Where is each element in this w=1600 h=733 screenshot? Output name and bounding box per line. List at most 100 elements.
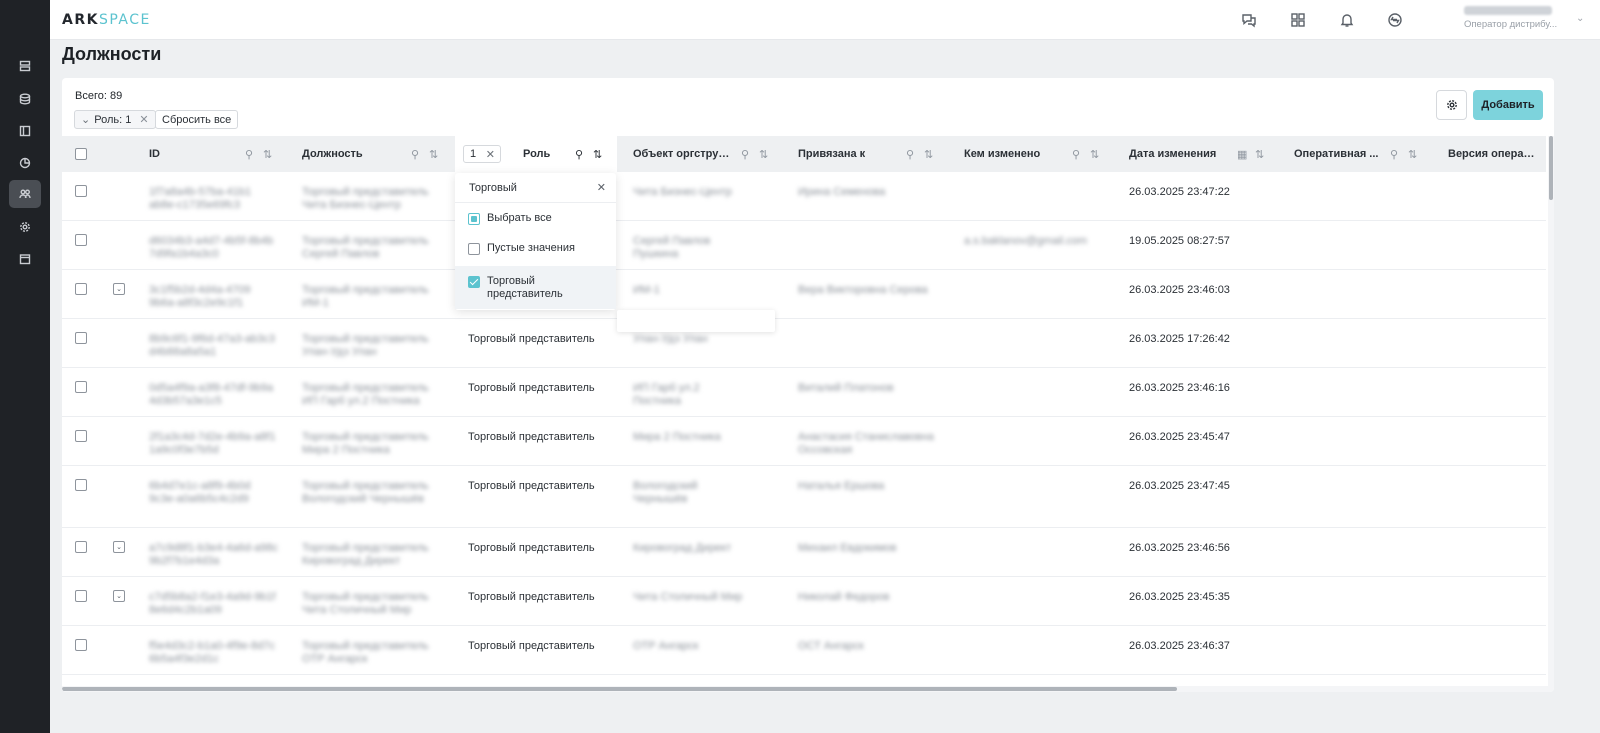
table-row[interactable]: ⌄ a7c9d8f1-b3e4-4a6d-a98c 9b2f7b1e4d3a Тор… xyxy=(62,528,1546,577)
sort-icon[interactable]: ⇅ xyxy=(1255,148,1264,161)
table-row[interactable]: 2f1a3c4d-7d2e-4b9a-a8f1 1a9c0f3e7b5d Торг… xyxy=(62,417,1546,466)
add-button[interactable]: Добавить xyxy=(1473,90,1543,120)
bound-cell: Ирина Семенова xyxy=(798,186,886,198)
table-row[interactable]: 0d5a4f9a-a3f8-47df-9b9a 4d3b57a3e1c5 Торг… xyxy=(62,368,1546,417)
close-icon[interactable]: ✕ xyxy=(486,148,495,161)
sync-icon[interactable] xyxy=(1385,10,1405,30)
table-row[interactable]: d6034b3-a4d7-4b5f-8b4b 7d9fa1b4a3c0 Торго… xyxy=(62,221,1546,270)
search-icon[interactable]: ⚲ xyxy=(245,148,253,161)
row-checkbox[interactable] xyxy=(75,479,87,491)
table-row[interactable]: f5e4d3c2-b1a0-4f9e-8d7c 6b5a4f3e2d1c Торг… xyxy=(62,626,1546,675)
calendar-icon[interactable] xyxy=(9,245,41,273)
sidebar xyxy=(0,0,50,733)
gear-icon[interactable] xyxy=(9,213,41,241)
sort-icon[interactable]: ⇅ xyxy=(759,148,768,161)
apps-grid-icon[interactable] xyxy=(1288,10,1308,30)
column-role[interactable]: 1 ✕ Роль ⚲ ⇅ xyxy=(455,136,617,172)
sort-icon[interactable]: ⇅ xyxy=(924,148,933,161)
chart-icon[interactable] xyxy=(9,149,41,177)
user-profile[interactable]: Оператор дистрибу... xyxy=(1464,6,1574,30)
column-version[interactable]: Версия операц... xyxy=(1448,136,1548,172)
empty-values-checkbox[interactable] xyxy=(468,243,480,255)
expand-icon[interactable]: ⌄ xyxy=(113,541,125,553)
date-cell: 26.03.2025 23:46:16 xyxy=(1129,382,1230,394)
users-icon[interactable] xyxy=(9,180,41,208)
row-checkbox[interactable] xyxy=(75,185,87,197)
chevron-down-icon[interactable]: ⌄ xyxy=(1576,13,1584,24)
layout-icon[interactable] xyxy=(9,117,41,145)
search-icon[interactable]: ⚲ xyxy=(411,148,419,161)
org-cell: Кировоград Директ xyxy=(633,542,732,554)
role-option-sales-rep[interactable]: Торговый представитель xyxy=(455,266,616,309)
search-icon[interactable]: ⚲ xyxy=(741,148,749,161)
row-checkbox[interactable] xyxy=(75,430,87,442)
row-checkbox[interactable] xyxy=(75,332,87,344)
id-cell: d6034b3-a4d7-4b5f-8b4b 7d9fa1b4a3c0 xyxy=(149,235,274,260)
date-cell: 26.03.2025 23:46:56 xyxy=(1129,542,1230,554)
select-all-option[interactable]: Выбрать все xyxy=(455,212,616,225)
expand-icon[interactable]: ⌄ xyxy=(113,283,125,295)
chat-icon[interactable] xyxy=(1239,10,1259,30)
changed-by-cell: a.s.baklanov@gmail.com xyxy=(964,235,1088,247)
select-all-checkbox[interactable] xyxy=(75,136,87,172)
table-row[interactable]: ⌄ 3c1f5b2d-4d4a-4709 9b6a-a8f3c2e9c1f1 Тор… xyxy=(62,270,1546,319)
bound-cell: Наталья Ершова xyxy=(798,480,885,492)
column-bound-to[interactable]: Привязана к ⚲ ⇅ xyxy=(798,136,948,172)
row-checkbox[interactable] xyxy=(75,381,87,393)
id-cell: 1f7a8a4b-57ba-41b1 ab8e-c1735e69fc3 xyxy=(149,186,252,211)
position-cell: Торговый представитель ОТР Ангарск xyxy=(302,640,429,665)
role-filter-search[interactable]: Торговый ✕ xyxy=(455,173,616,203)
gear-icon xyxy=(1446,100,1457,110)
date-cell: 26.03.2025 23:47:45 xyxy=(1129,480,1230,492)
role-filter-count[interactable]: 1 ✕ xyxy=(463,145,501,163)
reset-all-button[interactable]: Сбросить все xyxy=(155,110,239,129)
column-org-object[interactable]: Объект оргструк... ⚲ ⇅ xyxy=(633,136,783,172)
table-row[interactable]: 8b9c6f1-9f6d-47a3-ab3c3 d4b88a8a5a1 Торго… xyxy=(62,319,1546,368)
close-icon[interactable]: ✕ xyxy=(597,181,606,194)
search-icon[interactable]: ⚲ xyxy=(906,148,914,161)
table-card: Всего: 89 ⌄ Роль: 1 ✕ Сбросить все Добав… xyxy=(62,78,1554,692)
list-icon[interactable] xyxy=(9,52,41,80)
row-checkbox[interactable] xyxy=(75,234,87,246)
row-checkbox[interactable] xyxy=(75,590,87,602)
column-id[interactable]: ID ⚲ ⇅ xyxy=(149,136,299,172)
bell-icon[interactable] xyxy=(1337,10,1357,30)
sort-icon[interactable]: ⇅ xyxy=(263,148,272,161)
table-row[interactable]: ⌄ c7d5b8a2-f1e3-4a9d-9b1f 8e6d4c2b1a09 Тор… xyxy=(62,577,1546,626)
empty-values-option[interactable]: Пустые значения xyxy=(455,242,616,255)
calendar-icon[interactable]: ▦ xyxy=(1237,148,1247,161)
row-checkbox[interactable] xyxy=(75,541,87,553)
sort-icon[interactable]: ⇅ xyxy=(1090,148,1099,161)
role-option-checkbox[interactable] xyxy=(468,276,480,288)
vertical-scrollbar[interactable] xyxy=(1548,136,1554,686)
id-cell: c7d5b8a2-f1e3-4a9d-9b1f 8e6d4c2b1a09 xyxy=(149,591,276,616)
role-filter-search-value[interactable]: Торговый xyxy=(469,182,517,194)
table-row[interactable]: 1f7a8a4b-57ba-41b1 ab8e-c1735e69fc3 Торго… xyxy=(62,172,1546,221)
id-cell: 2f1a3c4d-7d2e-4b9a-a8f1 1a9c0f3e7b5d xyxy=(149,431,276,456)
date-cell: 19.05.2025 08:27:57 xyxy=(1129,235,1230,247)
org-cell: Вологодский Чернышёв xyxy=(633,480,698,505)
search-icon[interactable]: ⚲ xyxy=(1072,148,1080,161)
logo[interactable]: ARKSPACE xyxy=(62,12,151,28)
column-position[interactable]: Должность ⚲ ⇅ xyxy=(302,136,452,172)
select-all-checkbox[interactable] xyxy=(468,213,480,225)
sort-icon[interactable]: ⇅ xyxy=(593,148,602,161)
row-checkbox[interactable] xyxy=(75,283,87,295)
column-date-changed[interactable]: Дата изменения ▦ ⇅ xyxy=(1129,136,1279,172)
search-icon[interactable]: ⚲ xyxy=(1390,148,1398,161)
column-changed-by[interactable]: Кем изменено ⚲ ⇅ xyxy=(964,136,1114,172)
row-checkbox[interactable] xyxy=(75,639,87,651)
database-icon[interactable] xyxy=(9,85,41,113)
column-operative[interactable]: Оперативная ... ⚲ ⇅ xyxy=(1294,136,1444,172)
search-icon[interactable]: ⚲ xyxy=(575,148,583,161)
close-icon[interactable]: ✕ xyxy=(139,113,148,126)
sort-icon[interactable]: ⇅ xyxy=(1408,148,1417,161)
bound-cell: Виталий Платонов xyxy=(798,382,894,394)
role-filter-chip[interactable]: ⌄ Роль: 1 ✕ xyxy=(74,110,156,129)
expand-icon[interactable]: ⌄ xyxy=(113,590,125,602)
settings-button[interactable] xyxy=(1436,90,1467,120)
position-cell: Торговый представитель ИП Гарб ул.2 Пост… xyxy=(302,382,429,407)
sort-icon[interactable]: ⇅ xyxy=(429,148,438,161)
table-row[interactable]: 6b4d7e1c-a8f9-4b0d 9c3e-a0a6b5c4c2d9 Торг… xyxy=(62,466,1546,528)
horizontal-scrollbar[interactable] xyxy=(62,686,1554,692)
